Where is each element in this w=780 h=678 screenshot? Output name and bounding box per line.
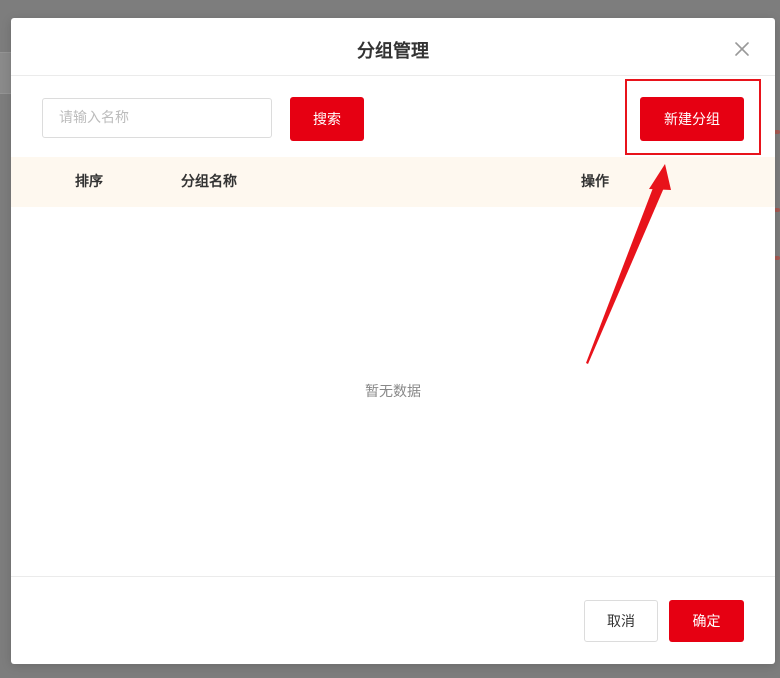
footer-divider	[11, 576, 775, 577]
dialog-title: 分组管理	[357, 41, 429, 62]
new-group-button[interactable]: 新建分组	[640, 97, 744, 141]
group-management-dialog: 分组管理 搜索 新建分组 排序 分组名称 操作 暂无数据 取消 确定	[11, 18, 775, 664]
confirm-button[interactable]: 确定	[669, 600, 744, 642]
search-button[interactable]: 搜索	[290, 97, 364, 141]
cancel-button[interactable]: 取消	[584, 600, 658, 642]
dialog-header: 分组管理	[11, 18, 775, 76]
table-header: 排序 分组名称 操作	[11, 157, 775, 207]
close-icon	[735, 42, 749, 56]
column-header-order: 排序	[75, 174, 103, 190]
empty-state-text: 暂无数据	[365, 384, 421, 400]
column-header-actions: 操作	[581, 174, 609, 190]
close-button[interactable]	[733, 40, 751, 58]
column-header-group-name: 分组名称	[181, 174, 237, 190]
search-input[interactable]	[42, 98, 272, 138]
